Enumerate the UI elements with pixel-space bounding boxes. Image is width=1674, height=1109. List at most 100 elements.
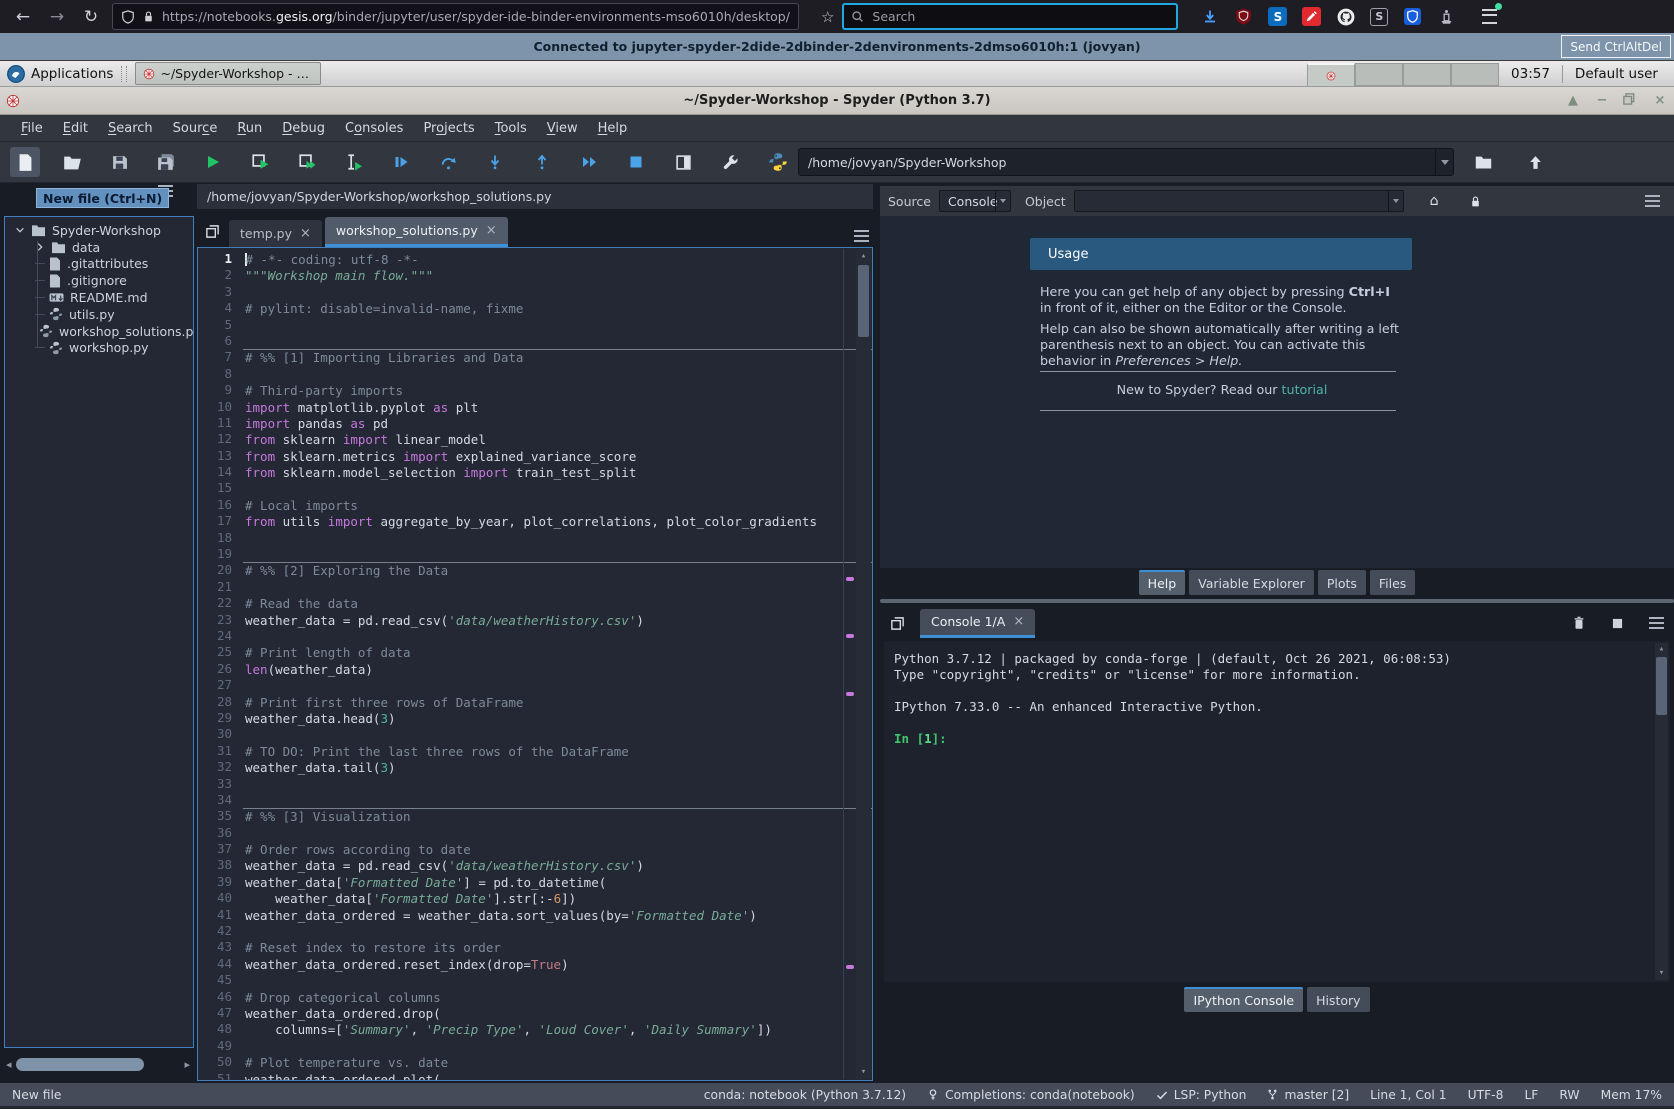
tracking-shield-icon[interactable] (121, 10, 135, 24)
tab-ipython-console[interactable]: IPython Console (1184, 987, 1303, 1012)
window-close-icon[interactable]: × (1652, 93, 1668, 108)
tree-item-workshop-solutions-p[interactable]: workshop_solutions.p (5, 323, 193, 340)
step-over-button[interactable] (433, 147, 463, 177)
run-selection-button[interactable] (339, 147, 369, 177)
scrollbar-thumb[interactable] (1656, 657, 1667, 715)
debug-button[interactable] (386, 147, 416, 177)
reload-icon[interactable]: ↻ (78, 7, 104, 27)
save-button[interactable] (104, 147, 134, 177)
help-object-combo[interactable] (1074, 190, 1404, 212)
chevron-down-icon[interactable] (1388, 191, 1403, 211)
menu-edit[interactable]: Edit (54, 118, 97, 139)
scroll-up-icon[interactable]: ▴ (856, 249, 871, 263)
menu-source[interactable]: Source (164, 118, 227, 139)
tab-history[interactable]: History (1307, 987, 1369, 1012)
window-shade-icon[interactable]: ▲ (1565, 93, 1581, 108)
ublock-icon[interactable] (1234, 7, 1253, 26)
tree-item-workshop-py[interactable]: workshop.py (5, 340, 193, 357)
monument-icon[interactable] (1437, 7, 1456, 26)
explorer-horizontal-scrollbar[interactable]: ◂ ▸ (6, 1055, 190, 1074)
tree-item-spyder-workshop[interactable]: Spyder-Workshop (5, 222, 193, 239)
code-editor[interactable]: 1# -*- coding: utf-8 -*-2"""Workshop mai… (197, 247, 873, 1081)
editor-tab-temp.py[interactable]: temp.py× (229, 220, 322, 247)
step-return-button[interactable] (527, 147, 557, 177)
save-all-button[interactable] (151, 147, 181, 177)
close-icon[interactable]: × (300, 226, 311, 241)
new-file-button[interactable] (10, 147, 40, 177)
preferences-button[interactable] (715, 147, 745, 177)
tab-plots[interactable]: Plots (1318, 570, 1366, 595)
ipython-console[interactable]: Python 3.7.12 | packaged by conda-forge … (884, 641, 1670, 982)
scroll-down-icon[interactable]: ▾ (856, 1065, 871, 1079)
stylus-icon[interactable]: S (1370, 8, 1388, 26)
console-prompt[interactable]: In [1]: (894, 731, 1670, 747)
send-ctrl-alt-del-button[interactable]: Send CtrlAltDel (1561, 35, 1671, 58)
warning-flag[interactable] (846, 577, 854, 581)
browse-directory-button[interactable] (1468, 147, 1498, 177)
bookmark-star-icon[interactable]: ☆ (821, 8, 834, 26)
open-file-button[interactable] (57, 147, 87, 177)
tree-item--gitattributes[interactable]: .gitattributes (5, 256, 193, 273)
menu-tools[interactable]: Tools (486, 118, 536, 139)
warning-flag[interactable] (846, 965, 854, 969)
window-titlebar[interactable]: ~/Spyder-Workshop - Spyder (Python 3.7) … (0, 87, 1674, 115)
maximize-pane-button[interactable] (668, 147, 698, 177)
search-input[interactable] (870, 8, 1169, 25)
tab-variable-explorer[interactable]: Variable Explorer (1189, 570, 1314, 595)
browse-tabs-icon[interactable] (890, 616, 905, 631)
workspace-pager[interactable] (1307, 63, 1499, 84)
lock-icon[interactable] (1469, 195, 1482, 208)
working-directory-combo[interactable]: /home/jovyan/Spyder-Workshop (798, 148, 1454, 176)
close-icon[interactable]: × (486, 223, 497, 238)
menu-file[interactable]: File (12, 118, 52, 139)
browse-tabs-icon[interactable] (205, 224, 220, 239)
tree-item-utils-py[interactable]: utils.py (5, 306, 193, 323)
taskbar-window-button[interactable]: ~/Spyder-Workshop - S... (135, 62, 321, 85)
url-bar[interactable]: https://notebooks.gesis.org/binder/jupyt… (112, 3, 799, 30)
interrupt-kernel-icon[interactable] (1612, 618, 1623, 629)
console-options-icon[interactable] (1649, 622, 1664, 624)
window-maximize-icon[interactable] (1623, 93, 1639, 108)
sharepoint-icon[interactable]: S (1268, 7, 1287, 26)
back-icon[interactable]: ← (10, 7, 36, 27)
workspace-cell[interactable] (1403, 63, 1451, 86)
editor-tab-workshop_solutions.py[interactable]: workshop_solutions.py× (325, 217, 508, 247)
editor-options-icon[interactable] (854, 235, 869, 237)
menu-projects[interactable]: Projects (414, 118, 483, 139)
menu-consoles[interactable]: Consoles (336, 118, 412, 139)
forward-icon[interactable]: → (44, 7, 70, 27)
tab-files[interactable]: Files (1370, 570, 1415, 595)
workspace-cell[interactable] (1307, 63, 1355, 87)
chevron-down-icon[interactable] (1435, 149, 1453, 175)
scroll-up-icon[interactable]: ▴ (1655, 643, 1668, 656)
step-into-button[interactable] (480, 147, 510, 177)
tab-help[interactable]: Help (1139, 570, 1186, 595)
chevron-down-icon[interactable] (995, 191, 1010, 211)
help-options-icon[interactable] (1645, 200, 1660, 202)
chevron-down-icon[interactable] (15, 225, 25, 235)
tree-item--gitignore[interactable]: .gitignore (5, 272, 193, 289)
app-menu-icon[interactable] (1480, 7, 1499, 26)
bitwarden-icon[interactable] (1403, 7, 1422, 26)
user-menu[interactable]: Default user (1575, 66, 1658, 82)
scroll-down-icon[interactable]: ▾ (1655, 967, 1668, 980)
stop-button[interactable] (621, 147, 651, 177)
tree-item-data[interactable]: data (5, 239, 193, 256)
scrollbar-thumb[interactable] (858, 265, 869, 337)
scrollbar-thumb[interactable] (16, 1058, 144, 1071)
search-box[interactable] (842, 3, 1178, 30)
remove-console-icon[interactable] (1572, 616, 1586, 630)
marker-icon[interactable] (1302, 7, 1321, 26)
pane-splitter[interactable] (880, 599, 1674, 603)
parent-directory-button[interactable] (1520, 147, 1550, 177)
console-tab[interactable]: Console 1/A× (920, 609, 1035, 638)
scroll-left-icon[interactable]: ◂ (6, 1058, 12, 1071)
scroll-right-icon[interactable]: ▸ (184, 1058, 190, 1071)
menu-search[interactable]: Search (99, 118, 162, 139)
menu-help[interactable]: Help (589, 118, 637, 139)
run-button[interactable] (198, 147, 228, 177)
menu-debug[interactable]: Debug (273, 118, 334, 139)
run-cell-advance-button[interactable] (292, 147, 322, 177)
workspace-cell[interactable] (1355, 63, 1403, 86)
lock-icon[interactable] (142, 10, 155, 23)
